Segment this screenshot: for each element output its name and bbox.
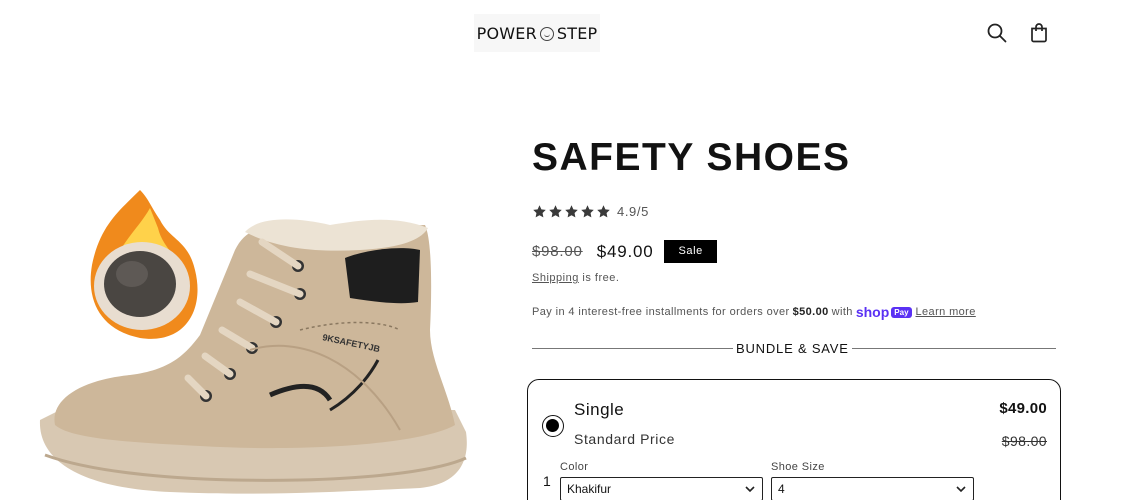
- shoppay-pay: Pay: [891, 306, 912, 318]
- flame-icon: [90, 190, 198, 339]
- sale-price: $49.00: [596, 241, 654, 261]
- shipping-text: is free.: [578, 272, 620, 284]
- shoppay-text: shop: [855, 304, 890, 320]
- radio-selected[interactable]: [542, 415, 564, 437]
- cart-icon[interactable]: [1027, 21, 1051, 45]
- product-title: SAFETY SHOES: [532, 136, 851, 179]
- price-row: $98.00 $49.00 Sale: [532, 240, 717, 263]
- learn-more-link[interactable]: Learn more: [916, 306, 976, 318]
- bundle-option-subtitle: Standard Price: [574, 431, 676, 447]
- installments-text: Pay in 4 interest-free installments for …: [532, 306, 790, 318]
- installments-with: with: [831, 306, 853, 318]
- color-label: Color: [560, 461, 589, 473]
- rating[interactable]: 4.9/5: [532, 204, 649, 219]
- rating-text: 4.9/5: [617, 204, 649, 219]
- star-icon: [581, 205, 594, 218]
- star-icon: [597, 205, 610, 218]
- shipping-note: Shipping is free.: [532, 272, 619, 284]
- bundle-item-number: 1: [543, 473, 551, 489]
- size-select-value: 4: [778, 482, 785, 496]
- bundle-option-single[interactable]: Single Standard Price $49.00 $98.00 1 Co…: [527, 379, 1061, 500]
- logo-text-left: POWER: [476, 23, 537, 43]
- color-select[interactable]: Khakifur: [560, 477, 763, 500]
- brand-logo[interactable]: POWER STEP: [474, 14, 600, 52]
- bundle-option-price: $49.00: [999, 400, 1047, 417]
- shoppay-logo: shop Pay: [856, 304, 912, 320]
- size-label: Shoe Size: [771, 461, 825, 473]
- logo-text-right: STEP: [556, 23, 598, 43]
- installments-note: Pay in 4 interest-free installments for …: [532, 304, 976, 320]
- bundle-option-title: Single: [574, 400, 625, 419]
- star-icon: [549, 205, 562, 218]
- bundle-heading: BUNDLE & SAVE: [733, 341, 852, 356]
- star-icon: [533, 205, 546, 218]
- chevron-down-icon: [956, 486, 966, 493]
- compare-price: $98.00: [532, 243, 583, 260]
- sale-badge: Sale: [664, 240, 717, 263]
- star-icon: [565, 205, 578, 218]
- logo-emblem-icon: [539, 27, 554, 41]
- bundle-option-compare-price: $98.00: [1001, 433, 1047, 449]
- installments-amount: $50.00: [792, 306, 829, 318]
- rating-stars: [532, 204, 611, 219]
- chevron-down-icon: [745, 486, 755, 493]
- search-icon[interactable]: [985, 21, 1009, 45]
- color-select-value: Khakifur: [567, 482, 612, 496]
- product-image[interactable]: 9KSAFETYJB: [0, 170, 500, 500]
- size-select[interactable]: 4: [771, 477, 974, 500]
- shipping-link[interactable]: Shipping: [532, 272, 579, 284]
